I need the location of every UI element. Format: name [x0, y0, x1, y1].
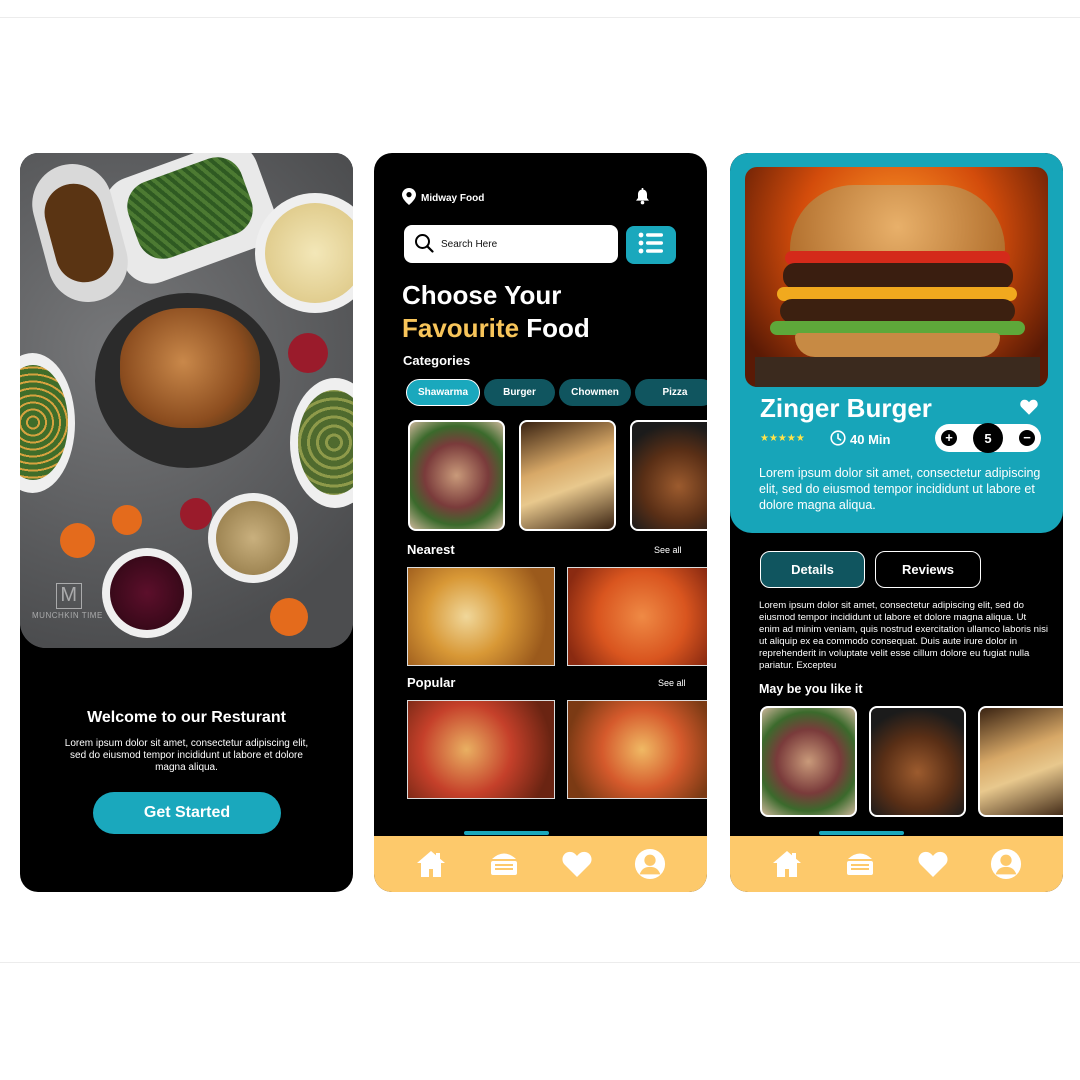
- product-card: Zinger Burger ★★★★★ 40 Min + 5 − Lorem i…: [730, 153, 1063, 533]
- food-thumb[interactable]: [630, 420, 707, 531]
- category-chips: Shawarma Burger Chowmen Pizza: [406, 379, 707, 406]
- product-title: Zinger Burger: [760, 393, 932, 423]
- watermark: M MUNCHKIN TIME: [32, 583, 103, 620]
- categories-title: Categories: [403, 353, 471, 368]
- heart-icon[interactable]: [917, 848, 949, 880]
- welcome-description: Lorem ipsum dolor sit amet, consectetur …: [64, 738, 309, 773]
- location-pin-icon: [402, 188, 416, 208]
- nearest-see-all-link[interactable]: See all: [654, 545, 682, 555]
- location-name: Midway Food: [421, 192, 485, 204]
- bottom-nav: [730, 836, 1063, 892]
- prep-time: 40 Min: [830, 430, 890, 449]
- tab-reviews[interactable]: Reviews: [875, 551, 981, 588]
- rating-stars: ★★★★★: [760, 433, 805, 444]
- popular-see-all-link[interactable]: See all: [658, 678, 686, 688]
- nav-active-indicator: [819, 831, 904, 835]
- heading-rest: Food: [526, 313, 590, 343]
- food-thumb[interactable]: [408, 420, 505, 531]
- home-icon[interactable]: [771, 848, 803, 880]
- hero-food-image: M MUNCHKIN TIME: [20, 153, 353, 648]
- product-detail-screen: Zinger Burger ★★★★★ 40 Min + 5 − Lorem i…: [730, 153, 1063, 892]
- list-icon: [638, 232, 664, 259]
- get-started-button[interactable]: Get Started: [93, 792, 281, 834]
- chip-pizza[interactable]: Pizza: [635, 379, 707, 406]
- chip-burger[interactable]: Burger: [484, 379, 555, 406]
- heading-line-1: Choose Your: [402, 280, 562, 310]
- tab-details[interactable]: Details: [760, 551, 865, 588]
- bell-icon[interactable]: [635, 188, 650, 210]
- location[interactable]: Midway Food: [402, 188, 484, 208]
- popular-title: Popular: [407, 675, 456, 690]
- recommendation-item[interactable]: [869, 706, 966, 817]
- recommendation-item[interactable]: [760, 706, 857, 817]
- home-screen: Midway Food Choose Your Favourite Food C…: [374, 153, 707, 892]
- chip-shawarma[interactable]: Shawarma: [406, 379, 480, 406]
- quantity-stepper: + 5 −: [935, 423, 1041, 453]
- home-icon[interactable]: [415, 848, 447, 880]
- menu-icon[interactable]: [844, 848, 876, 880]
- details-text: Lorem ipsum dolor sit amet, consectetur …: [759, 600, 1049, 672]
- recommendation-item[interactable]: [978, 706, 1063, 817]
- page-heading: Choose Your Favourite Food: [402, 279, 590, 345]
- minus-icon[interactable]: −: [1019, 430, 1035, 446]
- heading-highlight: Favourite: [402, 313, 520, 343]
- search-bar[interactable]: [404, 225, 618, 263]
- recommendations-title: May be you like it: [759, 682, 863, 696]
- bottom-nav: [374, 836, 707, 892]
- search-icon: [414, 233, 434, 256]
- food-thumb[interactable]: [519, 420, 616, 531]
- plus-icon[interactable]: +: [941, 430, 957, 446]
- popular-item[interactable]: [407, 700, 555, 799]
- search-input[interactable]: [441, 238, 601, 250]
- burger-image: [745, 167, 1048, 387]
- clock-icon: [830, 430, 846, 449]
- prep-time-value: 40 Min: [850, 432, 891, 447]
- nearest-item[interactable]: [407, 567, 555, 666]
- menu-icon[interactable]: [488, 848, 520, 880]
- chip-chowmen[interactable]: Chowmen: [559, 379, 631, 406]
- product-description: Lorem ipsum dolor sit amet, consectetur …: [759, 466, 1041, 512]
- popular-item[interactable]: [567, 700, 707, 799]
- welcome-screen: M MUNCHKIN TIME Welcome to our Resturant…: [20, 153, 353, 892]
- quantity-value: 5: [973, 423, 1003, 453]
- heart-icon[interactable]: [561, 848, 593, 880]
- favorite-heart-icon[interactable]: [1020, 399, 1038, 420]
- nearest-item[interactable]: [567, 567, 707, 666]
- profile-icon[interactable]: [634, 848, 666, 880]
- nav-active-indicator: [464, 831, 549, 835]
- profile-icon[interactable]: [990, 848, 1022, 880]
- nearest-title: Nearest: [407, 542, 455, 557]
- welcome-title: Welcome to our Resturant: [87, 709, 286, 726]
- filter-button[interactable]: [626, 226, 676, 264]
